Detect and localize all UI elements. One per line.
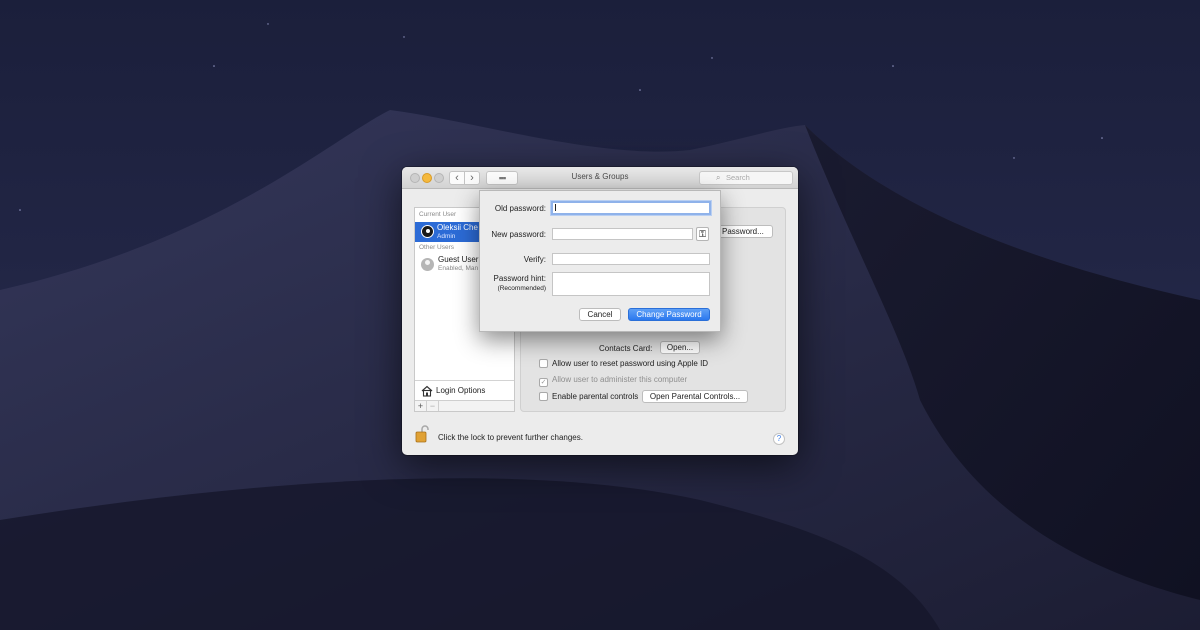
minimize-window-button[interactable] bbox=[422, 173, 432, 183]
other-users-header: Other Users bbox=[419, 244, 455, 251]
password-assistant-key-icon[interactable]: ⚿ bbox=[696, 227, 709, 241]
new-password-field[interactable] bbox=[552, 228, 693, 240]
current-user-header: Current User bbox=[419, 211, 457, 218]
checkbox-label: Allow user to administer this computer bbox=[552, 375, 688, 384]
checkmark-icon: ✓ bbox=[539, 378, 548, 387]
guest-user-name: Guest User bbox=[438, 255, 479, 264]
close-window-button[interactable] bbox=[410, 173, 420, 183]
contacts-open-button[interactable]: Open... bbox=[660, 341, 700, 354]
unlocked-padlock-icon[interactable] bbox=[415, 425, 429, 443]
old-password-label: Old password: bbox=[494, 204, 546, 213]
text-caret bbox=[555, 204, 556, 211]
open-parental-controls-button[interactable]: Open Parental Controls... bbox=[642, 390, 748, 403]
change-password-confirm-button[interactable]: Change Password bbox=[628, 308, 710, 321]
title-bar: ‹ › ▪▪▪ Users & Groups ⌕ Search bbox=[402, 167, 798, 189]
reset-password-apple-id-checkbox[interactable]: Allow user to reset password using Apple… bbox=[539, 359, 708, 368]
house-icon bbox=[421, 385, 433, 397]
password-hint-label: Password hint: bbox=[493, 274, 546, 283]
help-button[interactable]: ? bbox=[773, 433, 785, 445]
forward-chevron-icon[interactable]: › bbox=[464, 171, 480, 185]
old-password-field[interactable] bbox=[551, 201, 711, 215]
current-user-role: Admin bbox=[437, 233, 456, 240]
zoom-window-button[interactable] bbox=[434, 173, 444, 183]
back-chevron-icon[interactable]: ‹ bbox=[449, 171, 465, 185]
parental-controls-checkbox[interactable]: Enable parental controls bbox=[539, 392, 638, 401]
change-password-button[interactable]: Password... bbox=[717, 225, 773, 238]
guest-user-status: Enabled, Man bbox=[438, 265, 479, 272]
window-title: Users & Groups bbox=[571, 172, 629, 181]
verify-label: Verify: bbox=[523, 255, 546, 264]
change-password-dialog: Old password: New password: ⚿ Verify: Pa… bbox=[479, 190, 721, 332]
checkbox-label: Allow user to reset password using Apple… bbox=[552, 359, 709, 368]
guest-avatar-icon bbox=[421, 258, 434, 271]
search-placeholder: Search bbox=[726, 173, 750, 182]
lock-instruction-text: Click the lock to prevent further change… bbox=[438, 433, 583, 442]
password-hint-sublabel: (Recommended) bbox=[497, 285, 546, 292]
contacts-card-label: Contacts Card: bbox=[599, 344, 653, 353]
current-user-name: Oleksii Che bbox=[437, 223, 478, 232]
administer-computer-checkbox: ✓ Allow user to administer this computer bbox=[539, 375, 687, 387]
login-options-item[interactable]: Login Options bbox=[415, 380, 514, 400]
remove-user-button[interactable]: − bbox=[427, 401, 439, 411]
login-options-label: Login Options bbox=[436, 386, 486, 395]
avatar bbox=[421, 225, 434, 238]
show-all-grid-icon[interactable]: ▪▪▪ bbox=[486, 171, 518, 185]
checkbox-box[interactable] bbox=[539, 359, 548, 368]
password-hint-field[interactable] bbox=[552, 272, 710, 296]
new-password-label: New password: bbox=[491, 230, 546, 239]
search-input[interactable]: ⌕ Search bbox=[699, 171, 793, 185]
checkbox-label: Enable parental controls bbox=[552, 392, 639, 401]
search-icon: ⌕ bbox=[716, 173, 721, 182]
add-user-button[interactable]: + bbox=[415, 401, 427, 411]
checkbox-box[interactable] bbox=[539, 392, 548, 401]
verify-password-field[interactable] bbox=[552, 253, 710, 265]
cancel-button[interactable]: Cancel bbox=[579, 308, 621, 321]
add-remove-bar: + − bbox=[415, 400, 514, 411]
